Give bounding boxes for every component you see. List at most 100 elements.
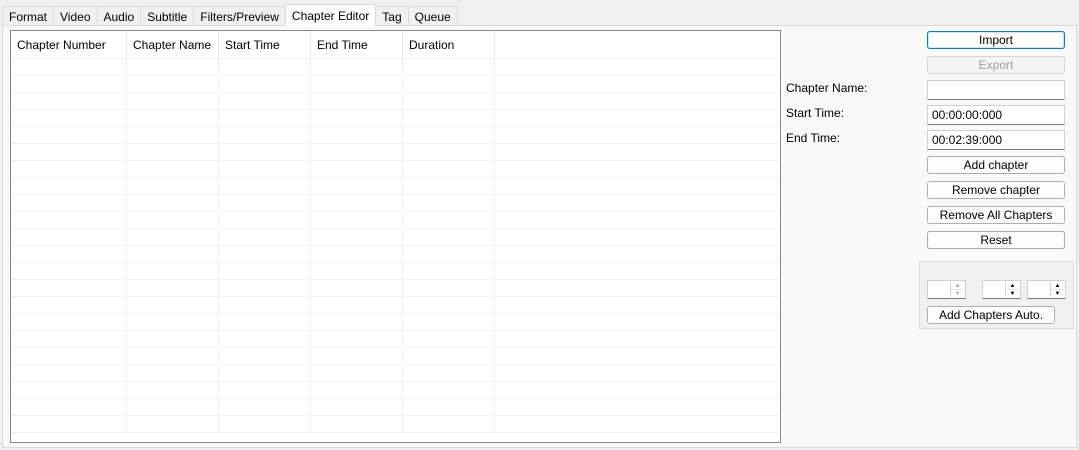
auto-spinbox-2[interactable]: ▲ ▼ bbox=[982, 280, 1021, 299]
table-row bbox=[11, 297, 780, 314]
table-cell bbox=[311, 76, 403, 93]
table-cell bbox=[11, 399, 127, 416]
table-row bbox=[11, 59, 780, 76]
add-chapters-auto-button[interactable]: Add Chapters Auto. bbox=[927, 306, 1055, 324]
table-row bbox=[11, 178, 780, 195]
table-cell bbox=[219, 110, 311, 127]
table-cell bbox=[311, 195, 403, 212]
table-cell bbox=[403, 399, 495, 416]
table-cell bbox=[311, 314, 403, 331]
tab-tag[interactable]: Tag bbox=[375, 6, 409, 26]
table-cell bbox=[311, 297, 403, 314]
table-row bbox=[11, 127, 780, 144]
table-cell bbox=[495, 178, 780, 195]
column-header-chapter-name[interactable]: Chapter Name bbox=[127, 31, 219, 59]
table-cell bbox=[11, 93, 127, 110]
table-cell bbox=[403, 110, 495, 127]
table-cell bbox=[127, 382, 219, 399]
remove-all-chapters-button[interactable]: Remove All Chapters bbox=[927, 206, 1065, 224]
tab-audio[interactable]: Audio bbox=[96, 6, 142, 26]
table-cell bbox=[127, 59, 219, 76]
tab-filters-preview[interactable]: Filters/Preview bbox=[193, 6, 286, 26]
table-cell bbox=[403, 59, 495, 76]
start-time-label: Start Time: bbox=[786, 106, 845, 120]
table-row bbox=[11, 399, 780, 416]
reset-button[interactable]: Reset bbox=[927, 231, 1065, 249]
table-cell bbox=[127, 93, 219, 110]
table-header: Chapter Number Chapter Name Start Time E… bbox=[11, 31, 780, 59]
table-row bbox=[11, 110, 780, 127]
table-cell bbox=[403, 263, 495, 280]
table-cell bbox=[311, 263, 403, 280]
spin-up-icon[interactable]: ▲ bbox=[951, 282, 964, 289]
table-cell bbox=[495, 76, 780, 93]
auto-spinbox-2-arrows[interactable]: ▲ ▼ bbox=[1005, 282, 1019, 297]
table-cell bbox=[11, 195, 127, 212]
table-cell bbox=[219, 229, 311, 246]
table-cell bbox=[127, 246, 219, 263]
table-cell bbox=[219, 280, 311, 297]
column-header-duration[interactable]: Duration bbox=[403, 31, 495, 59]
table-cell bbox=[311, 365, 403, 382]
table-cell bbox=[219, 212, 311, 229]
table-cell bbox=[311, 178, 403, 195]
table-cell bbox=[127, 348, 219, 365]
table-cell bbox=[403, 76, 495, 93]
export-button[interactable]: Export bbox=[927, 56, 1065, 74]
table-cell bbox=[127, 127, 219, 144]
table-cell bbox=[219, 348, 311, 365]
spin-down-icon[interactable]: ▼ bbox=[951, 289, 964, 297]
tab-video[interactable]: Video bbox=[53, 6, 98, 26]
table-body[interactable] bbox=[11, 59, 780, 433]
table-row bbox=[11, 314, 780, 331]
auto-spinbox-3[interactable]: ▲ ▼ bbox=[1027, 280, 1066, 299]
table-cell bbox=[219, 365, 311, 382]
column-header-end-time[interactable]: End Time bbox=[311, 31, 403, 59]
tab-chapter-editor[interactable]: Chapter Editor bbox=[284, 4, 377, 26]
tab-queue[interactable]: Queue bbox=[407, 6, 458, 26]
table-row bbox=[11, 365, 780, 382]
table-cell bbox=[11, 280, 127, 297]
auto-spinbox-3-arrows[interactable]: ▲ ▼ bbox=[1050, 282, 1064, 297]
table-cell bbox=[219, 314, 311, 331]
column-header-filler bbox=[495, 31, 780, 59]
tab-bar: Format Video Audio Subtitle Filters/Prev… bbox=[2, 4, 458, 26]
table-cell bbox=[495, 127, 780, 144]
chapter-table[interactable]: Chapter Number Chapter Name Start Time E… bbox=[10, 30, 781, 443]
remove-chapter-button[interactable]: Remove chapter bbox=[927, 181, 1065, 199]
table-cell bbox=[127, 416, 219, 433]
auto-spinbox-1-arrows[interactable]: ▲ ▼ bbox=[950, 282, 964, 297]
spin-up-icon[interactable]: ▲ bbox=[1006, 282, 1019, 289]
table-cell bbox=[311, 212, 403, 229]
table-cell bbox=[403, 161, 495, 178]
table-cell bbox=[403, 416, 495, 433]
auto-spinbox-1[interactable]: ▲ ▼ bbox=[927, 280, 966, 299]
add-chapter-button[interactable]: Add chapter bbox=[927, 156, 1065, 174]
chapter-name-input[interactable] bbox=[927, 80, 1065, 100]
table-cell bbox=[11, 127, 127, 144]
spin-down-icon[interactable]: ▼ bbox=[1006, 289, 1019, 297]
start-time-input[interactable]: 00:00:00:000 bbox=[927, 105, 1065, 125]
table-cell bbox=[11, 297, 127, 314]
table-cell bbox=[495, 161, 780, 178]
table-cell bbox=[403, 229, 495, 246]
table-cell bbox=[311, 127, 403, 144]
table-cell bbox=[219, 382, 311, 399]
table-cell bbox=[219, 331, 311, 348]
table-cell bbox=[219, 161, 311, 178]
table-row bbox=[11, 212, 780, 229]
table-cell bbox=[311, 246, 403, 263]
table-cell bbox=[219, 127, 311, 144]
column-header-start-time[interactable]: Start Time bbox=[219, 31, 311, 59]
tab-subtitle[interactable]: Subtitle bbox=[140, 6, 195, 26]
table-cell bbox=[403, 144, 495, 161]
table-cell bbox=[127, 314, 219, 331]
table-cell bbox=[403, 127, 495, 144]
tab-format[interactable]: Format bbox=[2, 6, 55, 26]
table-cell bbox=[11, 246, 127, 263]
spin-up-icon[interactable]: ▲ bbox=[1051, 282, 1064, 289]
end-time-input[interactable]: 00:02:39:000 bbox=[927, 130, 1065, 150]
column-header-chapter-number[interactable]: Chapter Number bbox=[11, 31, 127, 59]
import-button[interactable]: Import bbox=[927, 31, 1065, 49]
spin-down-icon[interactable]: ▼ bbox=[1051, 289, 1064, 297]
